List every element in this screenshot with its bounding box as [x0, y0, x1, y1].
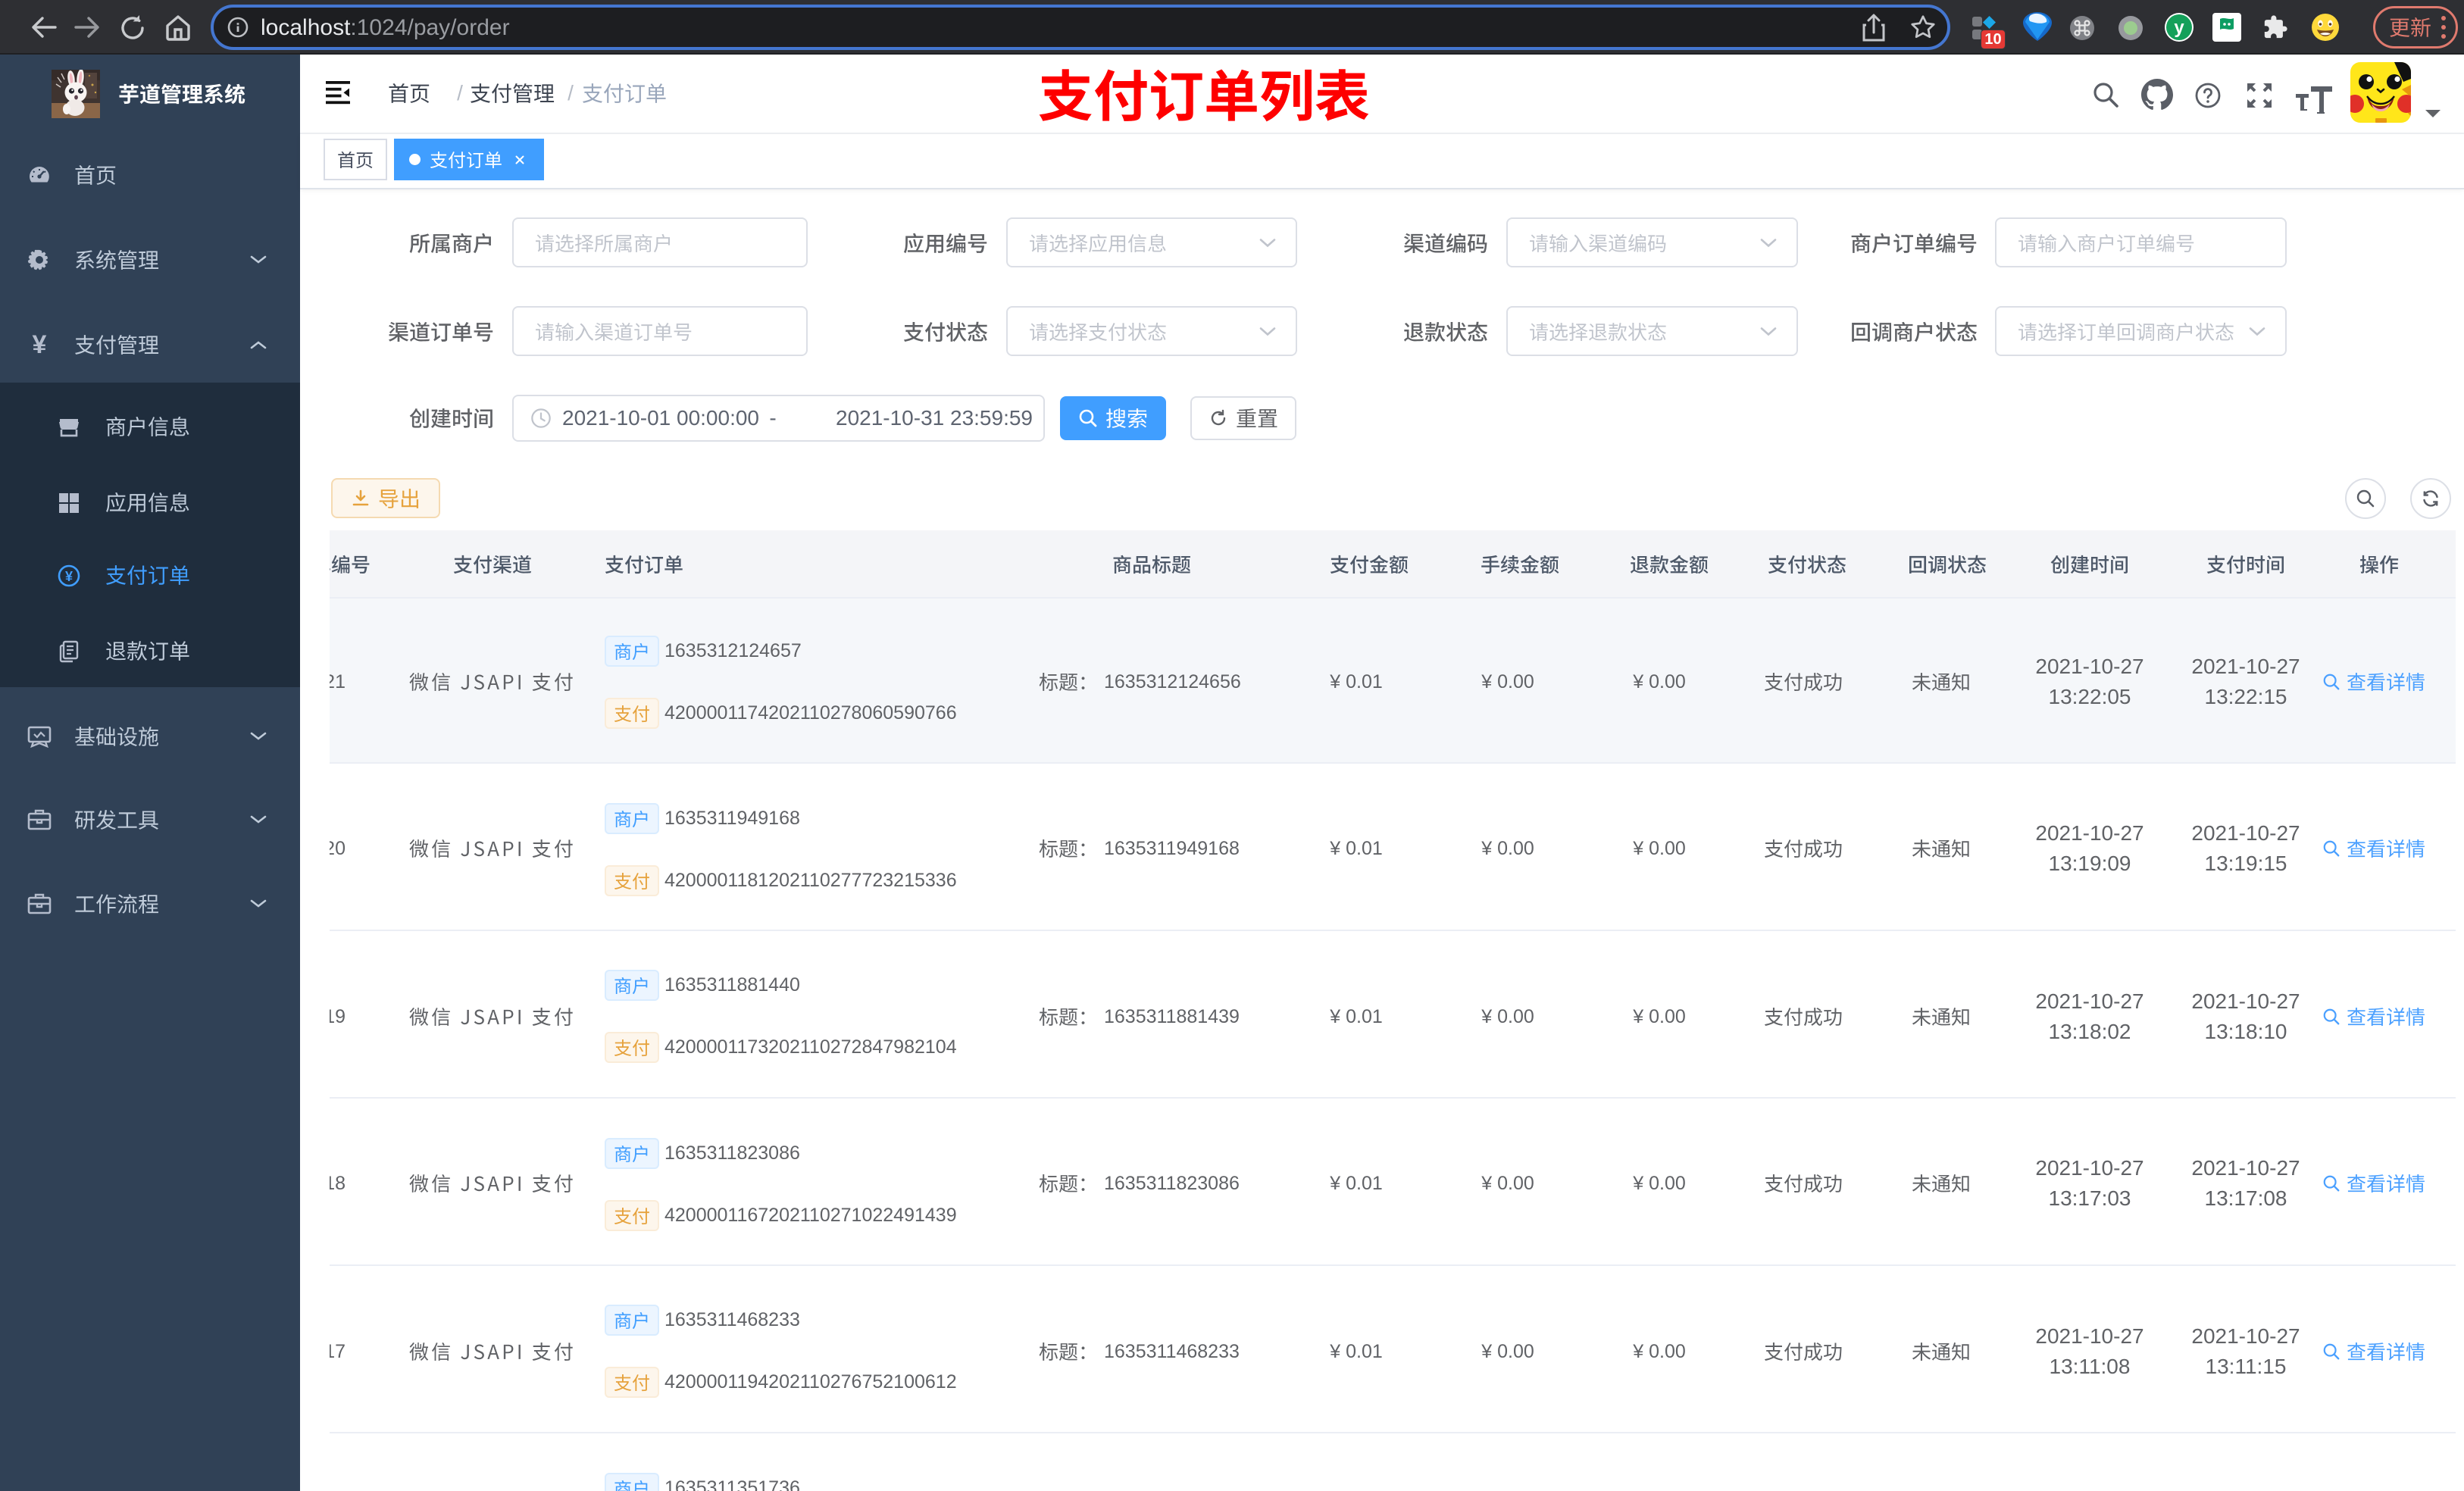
svg-text:¥: ¥ — [65, 569, 73, 584]
svg-text:y: y — [2174, 17, 2184, 38]
